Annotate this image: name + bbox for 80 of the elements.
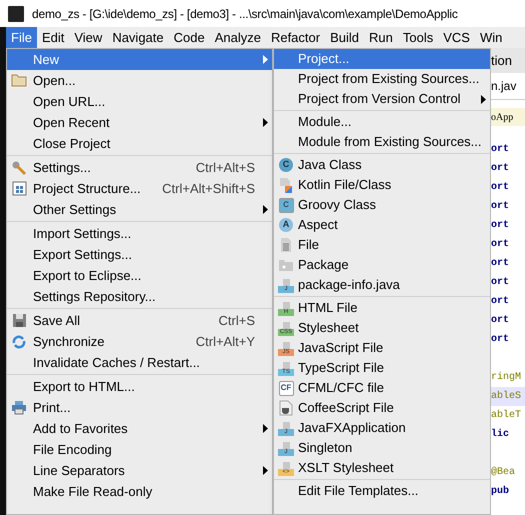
menu-item[interactable]: Import Settings...	[7, 223, 272, 244]
breadcrumb[interactable]: oApp	[491, 108, 525, 126]
menu-item[interactable]: C Java Class	[274, 155, 490, 175]
menu-item[interactable]: CoffeeScript File	[274, 398, 490, 418]
menu-item[interactable]: Export Settings...	[7, 244, 272, 265]
folder-icon	[11, 74, 27, 87]
wrench-icon	[11, 160, 27, 176]
menu-item[interactable]: Close Project	[7, 133, 272, 154]
code-line: lic	[491, 428, 510, 442]
menu-item[interactable]: Project from Version Control	[274, 89, 490, 109]
sync-icon	[11, 334, 27, 350]
menu-item[interactable]: Settings Repository...	[7, 286, 272, 307]
menu-bar-item[interactable]: VCS	[438, 27, 475, 48]
app-logo-icon	[8, 6, 24, 22]
menu-item[interactable]: Other Settings	[7, 199, 272, 220]
menu-item[interactable]: Module...	[274, 112, 490, 132]
menu-item[interactable]: Add to Favorites	[7, 418, 272, 439]
code-line: ort	[491, 238, 510, 252]
file-icon	[280, 237, 292, 253]
menu-item[interactable]: Export to Eclipse...	[7, 265, 272, 286]
grid-icon	[12, 181, 26, 196]
menu-bar-item[interactable]: Build	[325, 27, 364, 48]
code-line: ort	[491, 162, 510, 176]
menu-item[interactable]: Kotlin File/Class	[274, 175, 490, 195]
menu-item[interactable]: CF CFML/CFC file	[274, 378, 490, 398]
code-line: ort	[491, 333, 510, 347]
code-line: pub	[491, 484, 510, 499]
code-line: ort	[491, 257, 510, 271]
menu-item[interactable]: Save All Ctrl+S	[7, 310, 272, 331]
menu-bar-item[interactable]: Tools	[398, 27, 438, 48]
code-line: ableT	[491, 408, 522, 423]
menu-bar-item[interactable]: Refactor	[266, 27, 326, 48]
code-line: ort	[491, 200, 510, 214]
menu-item[interactable]: Module from Existing Sources...	[274, 132, 490, 152]
menu-item[interactable]: A Aspect	[274, 215, 490, 235]
menu-item[interactable]: File	[274, 235, 490, 255]
menu-bar-item[interactable]: Edit	[36, 27, 70, 48]
code-line: ringM	[491, 370, 522, 385]
menu-item[interactable]: New	[7, 49, 272, 70]
window-title: demo_zs - [G:\ide\demo_zs] - [demo3] - ...\src\main\java\com\example\DemoApplic	[32, 6, 458, 22]
menu-item[interactable]: Open Recent	[7, 112, 272, 133]
menu-item[interactable]: Project from Existing Sources...	[274, 69, 490, 89]
menu-bar-item[interactable]: View	[69, 27, 108, 48]
menu-item[interactable]: File Encoding	[7, 439, 272, 460]
menu-item[interactable]: Open...	[7, 70, 272, 91]
menu-bar-item[interactable]: Run	[364, 27, 398, 48]
menu-item[interactable]: Print...	[7, 397, 272, 418]
menu-bar-item[interactable]: Analyze	[210, 27, 266, 48]
menu-bar-item[interactable]: File	[6, 27, 37, 48]
menu-item[interactable]: Project Structure... Ctrl+Alt+Shift+S	[7, 178, 272, 199]
menu-item[interactable]: Project...	[274, 49, 490, 69]
code-line: ort	[491, 276, 510, 290]
menu-item[interactable]: Settings... Ctrl+Alt+S	[7, 157, 272, 178]
menu-item[interactable]: Make File Read-only	[7, 481, 272, 502]
menu-item[interactable]: C Groovy Class	[274, 195, 490, 215]
kotlin-file-icon	[279, 177, 293, 193]
class-icon: C	[279, 158, 293, 172]
menu-item[interactable]: Open URL...	[7, 91, 272, 112]
menu-item[interactable]: Edit File Templates...	[274, 481, 490, 501]
menu-bar-item[interactable]: Navigate	[107, 27, 169, 48]
class-icon: C	[278, 198, 294, 212]
code-line: ort	[491, 314, 510, 328]
package-icon	[278, 258, 294, 272]
class-icon: A	[279, 218, 293, 232]
menu-item[interactable]: Export to HTML...	[7, 376, 272, 397]
code-line: ort	[491, 181, 510, 195]
menu-item[interactable]: Synchronize Ctrl+Alt+Y	[7, 331, 272, 352]
class-icon: CF	[278, 380, 294, 396]
menu-item[interactable]: Invalidate Caches / Restart...	[7, 352, 272, 373]
menu-item[interactable]: Line Separators	[7, 460, 272, 481]
code-line: ort	[491, 143, 510, 157]
code-line: ort	[491, 295, 510, 309]
menu-bar-item[interactable]: Win	[474, 27, 508, 48]
code-line: ort	[491, 219, 510, 233]
coffee-cup-icon	[279, 400, 293, 416]
printer-icon	[11, 400, 27, 415]
editor-tab[interactable]: tion	[491, 48, 525, 73]
menu-bar-item[interactable]: Code	[168, 27, 210, 48]
menu-item[interactable]: Package	[274, 255, 490, 275]
code-line: @Bea	[491, 466, 516, 480]
